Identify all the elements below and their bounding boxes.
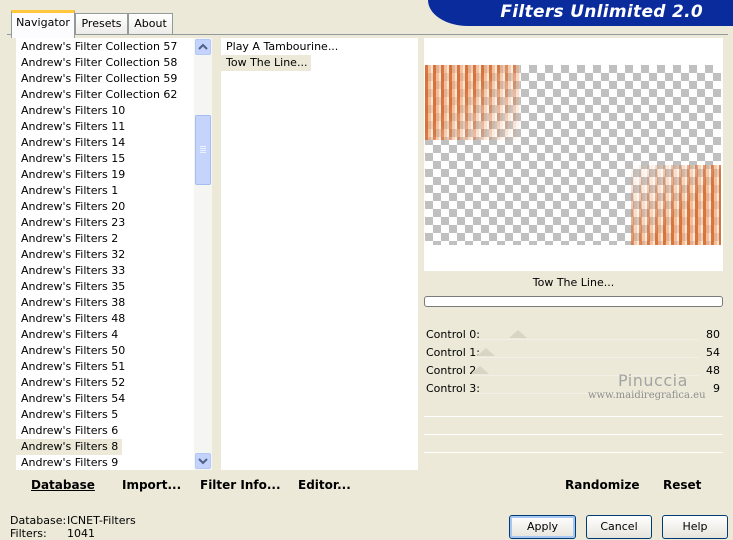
- scroll-thumb[interactable]: [195, 115, 211, 185]
- progress-bar: [424, 296, 723, 307]
- app-title: Filters Unlimited 2.0: [500, 2, 703, 22]
- divider: [424, 452, 723, 453]
- reset-button[interactable]: Reset: [663, 478, 701, 492]
- randomize-button[interactable]: Randomize: [565, 478, 639, 492]
- control-1-value: 54: [706, 346, 720, 359]
- category-item[interactable]: Andrew's Filters 19: [16, 167, 194, 183]
- control-0-slider[interactable]: [509, 330, 527, 338]
- divider: [424, 416, 723, 417]
- category-item[interactable]: Andrew's Filters 14: [16, 135, 194, 151]
- category-item[interactable]: Andrew's Filter Collection 62: [16, 87, 194, 103]
- category-item[interactable]: Andrew's Filter Collection 58: [16, 55, 194, 71]
- preview-caption: Tow The Line...: [532, 276, 615, 289]
- category-item[interactable]: Andrew's Filters 5: [16, 407, 194, 423]
- control-3-value: 9: [713, 382, 720, 395]
- divider: [424, 434, 723, 435]
- preview-image: [425, 65, 721, 245]
- category-item[interactable]: Andrew's Filter Collection 59: [16, 71, 194, 87]
- filter-list[interactable]: Play A Tambourine... Tow The Line...: [221, 38, 418, 470]
- tab-divider: [7, 34, 728, 35]
- filter-item-selected[interactable]: Tow The Line...: [221, 55, 312, 71]
- control-0-value: 80: [706, 328, 720, 341]
- header-banner: Filters Unlimited 2.0: [428, 0, 733, 26]
- category-item[interactable]: Andrew's Filters 20: [16, 199, 194, 215]
- category-item[interactable]: Andrew's Filters 50: [16, 343, 194, 359]
- help-button[interactable]: Help: [662, 515, 728, 539]
- category-item[interactable]: Andrew's Filters 9: [16, 455, 194, 470]
- category-item[interactable]: Andrew's Filters 15: [16, 151, 194, 167]
- category-item[interactable]: Andrew's Filters 6: [16, 423, 194, 439]
- control-1-slider[interactable]: [477, 348, 495, 356]
- category-item[interactable]: Andrew's Filters 48: [16, 311, 194, 327]
- chevron-down-icon: [198, 458, 208, 465]
- category-item[interactable]: Andrew's Filters 54: [16, 391, 194, 407]
- control-1[interactable]: Control 1: 54: [424, 345, 723, 362]
- status-database-value: ICNET-Filters: [67, 514, 136, 527]
- watermark-name: Pinuccia: [618, 371, 688, 390]
- category-item[interactable]: Andrew's Filters 11: [16, 119, 194, 135]
- category-item[interactable]: Andrew's Filters 10: [16, 103, 194, 119]
- filter-item[interactable]: Play A Tambourine...: [221, 39, 418, 55]
- tab-presets[interactable]: Presets: [75, 13, 128, 35]
- category-list[interactable]: Andrew's Filter Collection 57 Andrew's Fi…: [16, 38, 194, 470]
- import-button[interactable]: Import...: [122, 478, 181, 492]
- control-2-slider[interactable]: [471, 366, 489, 374]
- category-item[interactable]: Andrew's Filters 51: [16, 359, 194, 375]
- cancel-button[interactable]: Cancel: [586, 515, 652, 539]
- watermark-site: www.maidiregrafica.eu: [588, 390, 706, 401]
- editor-button[interactable]: Editor...: [298, 478, 351, 492]
- scroll-down-button[interactable]: [195, 453, 211, 469]
- category-item[interactable]: Andrew's Filters 8: [16, 439, 123, 455]
- category-item[interactable]: Andrew's Filters 32: [16, 247, 194, 263]
- scroll-up-button[interactable]: [195, 39, 211, 55]
- category-item[interactable]: Andrew's Filters 23: [16, 215, 194, 231]
- database-button[interactable]: Database: [31, 478, 95, 492]
- filter-info-button[interactable]: Filter Info...: [200, 478, 281, 492]
- tab-about[interactable]: About: [128, 13, 173, 35]
- category-item[interactable]: Andrew's Filters 38: [16, 295, 194, 311]
- control-0[interactable]: Control 0: 80: [424, 327, 723, 344]
- status-database-label: Database:: [10, 514, 67, 527]
- category-item[interactable]: Andrew's Filters 4: [16, 327, 194, 343]
- category-item[interactable]: Andrew's Filters 52: [16, 375, 194, 391]
- status-filters-label: Filters:: [10, 527, 47, 540]
- category-item[interactable]: Andrew's Filters 2: [16, 231, 194, 247]
- control-2-value: 48: [706, 364, 720, 377]
- category-item[interactable]: Andrew's Filters 33: [16, 263, 194, 279]
- tab-navigator[interactable]: Navigator: [11, 10, 75, 38]
- apply-button[interactable]: Apply: [509, 515, 576, 539]
- category-item[interactable]: Andrew's Filter Collection 57: [16, 39, 194, 55]
- chevron-up-icon: [198, 43, 208, 50]
- status-filters-value: 1041: [67, 527, 95, 540]
- category-item[interactable]: Andrew's Filters 35: [16, 279, 194, 295]
- category-scrollbar[interactable]: [194, 38, 212, 470]
- category-item[interactable]: Andrew's Filters 1: [16, 183, 194, 199]
